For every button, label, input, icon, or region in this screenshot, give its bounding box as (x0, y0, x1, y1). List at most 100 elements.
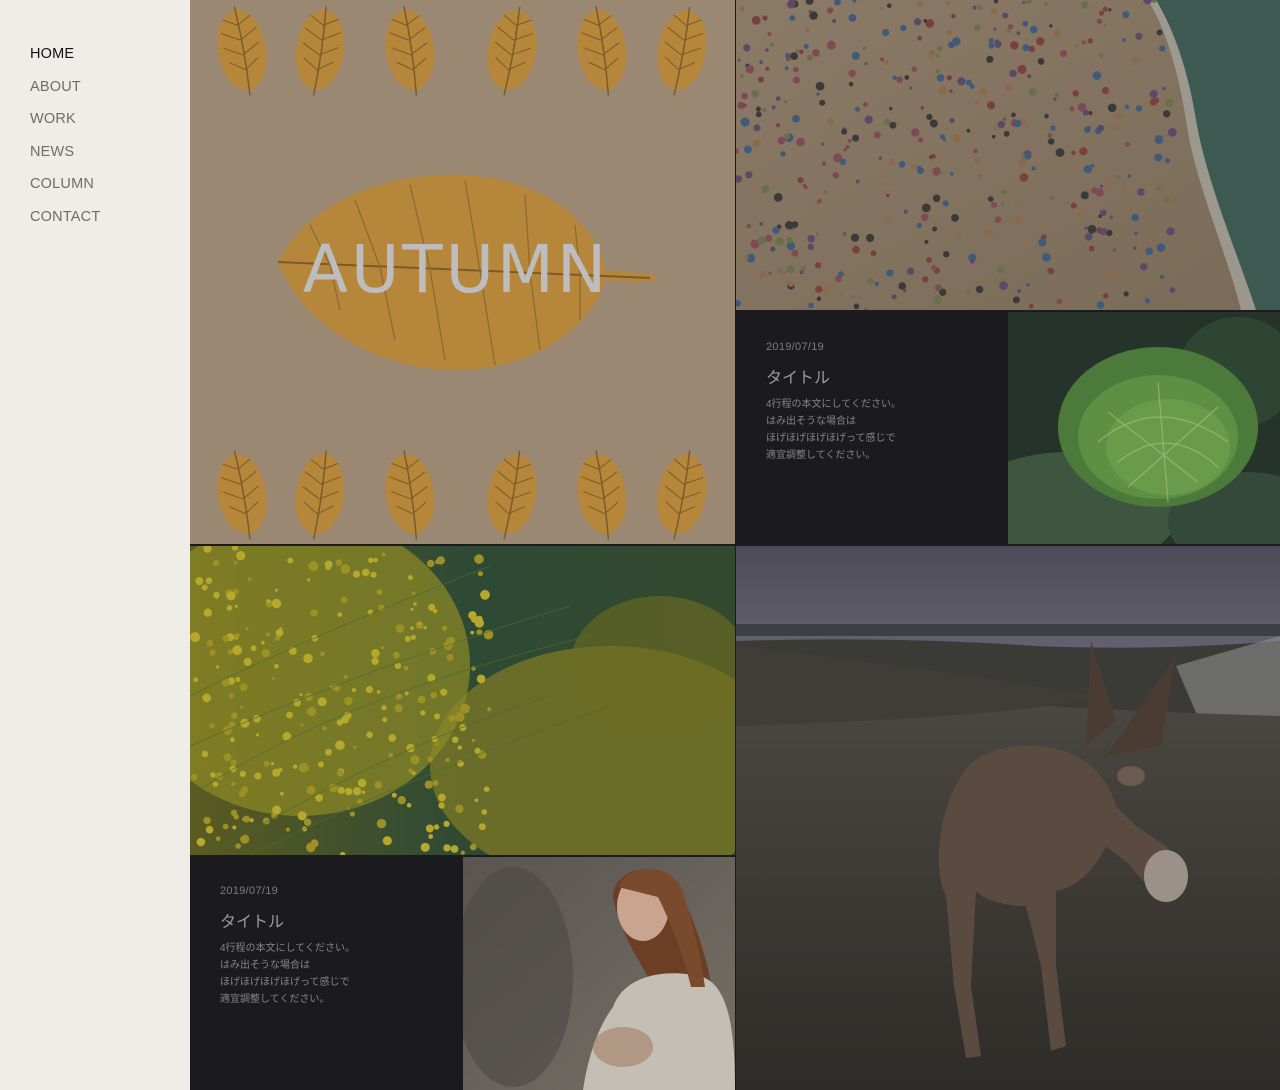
flowers-photo[interactable] (190, 546, 735, 855)
beach-umbrella (911, 164, 917, 170)
flower-bloom (337, 786, 345, 794)
flower-bloom (349, 811, 355, 817)
beach-umbrella (765, 66, 770, 71)
beach-umbrella (775, 237, 784, 246)
flower-bloom (435, 559, 440, 565)
flower-bloom (382, 717, 388, 723)
beach-umbrella (972, 5, 977, 10)
beach-umbrella (969, 259, 975, 264)
beach-umbrella (843, 148, 847, 152)
cabbage-photo[interactable] (1008, 312, 1280, 544)
beach-umbrella (1169, 287, 1176, 294)
portrait-photo[interactable] (463, 857, 735, 1090)
beach-umbrella (795, 48, 800, 53)
beach-umbrella (792, 114, 800, 123)
flower-bloom (209, 723, 215, 729)
beach-photo[interactable] (736, 0, 1280, 310)
flower-bloom (435, 742, 439, 746)
donkey-photo[interactable] (736, 546, 1280, 1090)
flower-bloom (344, 696, 353, 706)
nav-item-work[interactable]: WORK (30, 111, 100, 144)
beach-umbrella (1082, 109, 1089, 116)
nav-item-column[interactable]: COLUMN (30, 176, 100, 209)
flower-bloom (203, 608, 212, 617)
beach-umbrella (826, 7, 834, 14)
card-body-line: ほげほげほげほげって感じで (220, 977, 350, 988)
flower-bloom (365, 685, 374, 694)
beach-umbrella (1022, 44, 1030, 52)
flower-bloom (202, 693, 211, 703)
beach-umbrella (889, 106, 893, 111)
beach-umbrella (772, 226, 780, 234)
beach-umbrella (896, 76, 904, 83)
flower-bloom (245, 627, 249, 631)
beach-umbrella (974, 100, 979, 105)
beach-umbrella (1163, 110, 1171, 118)
flower-bloom (423, 626, 427, 630)
beach-umbrella (936, 74, 945, 82)
beach-umbrella (780, 270, 786, 277)
beach-umbrella (1072, 90, 1079, 97)
flower-bloom (410, 626, 414, 630)
beach-umbrella (1159, 188, 1165, 195)
flower-bloom (371, 657, 379, 665)
beach-umbrella (1112, 248, 1117, 252)
beach-umbrella (862, 46, 867, 51)
column-card[interactable]: 2019/07/19 タイトル 4行程の本文にしてください。 はみ出そうな場合は… (190, 857, 461, 1090)
flower-bloom (226, 591, 236, 601)
beach-umbrella (1044, 2, 1048, 7)
beach-umbrella (987, 101, 996, 110)
news-card[interactable]: 2019/07/19 タイトル 4行程の本文にしてください。 はみ出そうな場合は… (736, 312, 1007, 544)
beach-umbrella (933, 295, 942, 304)
beach-umbrella (1135, 105, 1143, 112)
beach-umbrella (816, 92, 820, 96)
beach-umbrella (994, 39, 1000, 45)
flower-bloom (195, 577, 204, 585)
beach-umbrella (770, 246, 776, 252)
card-body: 4行程の本文にしてください。 はみ出そうな場合は ほげほげほげほげって感じで 適… (766, 396, 901, 464)
nav-item-contact[interactable]: CONTACT (30, 209, 100, 242)
beach-umbrella (949, 117, 955, 123)
beach-umbrella (1055, 148, 1065, 157)
beach-umbrella (790, 52, 798, 60)
beach-umbrella (1024, 152, 1032, 160)
beach-umbrella (882, 28, 890, 37)
flower-bloom (256, 733, 260, 737)
beach-umbrella (832, 18, 837, 24)
beach-umbrella (755, 111, 762, 118)
beach-umbrella (864, 115, 873, 124)
flowers-image (190, 546, 735, 855)
beach-umbrella (951, 13, 956, 19)
nav-item-home[interactable]: HOME (30, 46, 100, 79)
beach-umbrella (1156, 29, 1163, 36)
flower-bloom (280, 791, 284, 796)
beach-umbrella (914, 18, 922, 26)
nav-item-about[interactable]: ABOUT (30, 79, 100, 112)
flower-bloom (481, 809, 488, 815)
beach-umbrella (992, 125, 998, 130)
beach-umbrella (789, 15, 796, 21)
flower-bloom (448, 715, 456, 722)
beach-umbrella (886, 3, 892, 9)
beach-umbrella (1053, 29, 1062, 38)
beach-umbrella (1002, 12, 1009, 19)
flower-bloom (233, 814, 239, 820)
beach-umbrella (850, 233, 860, 242)
autumn-leaves-illustration: AUTUMN (190, 0, 735, 544)
flower-bloom (438, 802, 445, 809)
beach-umbrella (883, 59, 889, 66)
beach-umbrella (751, 15, 761, 25)
autumn-tile[interactable]: AUTUMN (190, 0, 735, 544)
beach-umbrella (1149, 90, 1158, 99)
flower-bloom (397, 796, 406, 805)
beach-umbrella (800, 265, 807, 272)
beach-umbrella (904, 75, 910, 80)
beach-umbrella (845, 145, 850, 149)
flower-bloom (445, 757, 450, 763)
flower-bloom (373, 557, 378, 563)
beach-umbrella (757, 236, 766, 246)
flower-bloom (395, 624, 405, 633)
beach-umbrella (922, 276, 929, 283)
beach-umbrella (972, 303, 980, 310)
nav-item-news[interactable]: NEWS (30, 144, 100, 177)
